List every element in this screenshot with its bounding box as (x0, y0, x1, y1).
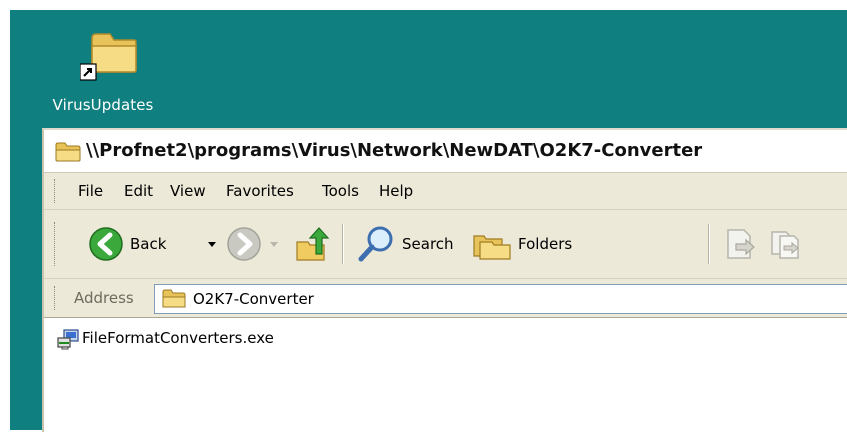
menu-edit[interactable]: Edit (124, 182, 153, 200)
menu-favorites[interactable]: Favorites (226, 182, 294, 200)
back-arrow-icon (89, 227, 123, 261)
window-title: \\Profnet2\programs\Virus\Network\NewDAT… (86, 140, 703, 161)
search-label: Search (402, 235, 454, 253)
menu-tools[interactable]: Tools (322, 182, 359, 200)
copy-to-button[interactable] (766, 222, 806, 266)
toolbar-separator (708, 224, 710, 264)
move-to-button[interactable] (720, 222, 760, 266)
move-to-icon (727, 229, 755, 259)
menu-view[interactable]: View (170, 182, 206, 200)
address-value: O2K7-Converter (193, 290, 314, 308)
address-label: Address (74, 289, 134, 307)
address-bar: Address O2K7-Converter (44, 279, 847, 318)
folder-icon (55, 142, 81, 162)
search-magnifier-icon (358, 226, 393, 262)
folder-shortcut-icon (80, 33, 137, 81)
folder-icon (162, 289, 186, 308)
folders-button[interactable]: Folders (466, 222, 598, 266)
file-name: FileFormatConverters.exe (82, 329, 274, 347)
up-folder-button[interactable] (290, 222, 334, 266)
back-label: Back (130, 235, 167, 253)
menu-file[interactable]: File (78, 182, 103, 200)
menu-grip[interactable] (54, 179, 59, 203)
folders-label: Folders (518, 235, 573, 253)
dropdown-arrow-icon (208, 242, 216, 247)
file-list: FileFormatConverters.exe (44, 318, 847, 432)
toolbar-grip[interactable] (54, 222, 59, 266)
folder-up-icon (296, 227, 330, 261)
explorer-window: \\Profnet2\programs\Virus\Network\NewDAT… (42, 128, 847, 432)
title-bar[interactable]: \\Profnet2\programs\Virus\Network\NewDAT… (44, 130, 847, 173)
desktop-icon-virusupdates[interactable]: VirusUpdates (48, 24, 158, 124)
installer-exe-icon (57, 329, 79, 350)
standard-toolbar: Back Search Folders (44, 210, 847, 279)
desktop-icon-label: VirusUpdates (52, 96, 154, 114)
address-grip[interactable] (54, 286, 59, 310)
forward-arrow-icon (227, 227, 261, 261)
dropdown-arrow-icon (270, 242, 278, 247)
back-button[interactable]: Back (86, 222, 168, 266)
back-dropdown[interactable] (204, 222, 218, 266)
menu-help[interactable]: Help (379, 182, 413, 200)
forward-dropdown[interactable] (266, 222, 280, 266)
folders-icon (473, 235, 511, 260)
menu-bar: File Edit View Favorites Tools Help (44, 173, 847, 210)
toolbar-separator (342, 224, 344, 264)
copy-to-icon (771, 231, 799, 259)
search-button[interactable]: Search (352, 222, 464, 266)
forward-button[interactable] (224, 222, 262, 266)
address-input[interactable]: O2K7-Converter (154, 284, 847, 314)
